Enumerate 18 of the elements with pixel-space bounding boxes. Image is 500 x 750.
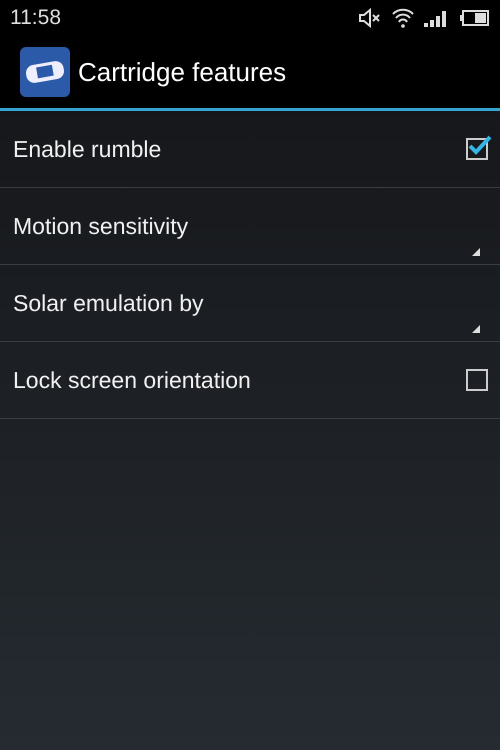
- dropdown-corner-icon: [472, 325, 480, 333]
- status-time: 11:58: [10, 6, 61, 30]
- preference-row[interactable]: Enable rumble: [0, 111, 500, 188]
- checkbox[interactable]: [466, 369, 488, 391]
- preference-label: Motion sensitivity: [13, 212, 188, 240]
- preference-label: Enable rumble: [13, 136, 162, 162]
- battery-icon: [460, 9, 490, 27]
- dropdown-corner-icon: [472, 248, 480, 256]
- handheld-console-icon: [20, 47, 70, 97]
- preference-label: Lock screen orientation: [13, 366, 251, 394]
- screen-title: Cartridge features: [78, 56, 286, 88]
- preference-row[interactable]: Solar emulation by: [0, 265, 500, 342]
- preference-row[interactable]: Motion sensitivity: [0, 188, 500, 265]
- check-icon: [468, 135, 492, 155]
- preference-label: Solar emulation by: [13, 290, 204, 316]
- preference-row[interactable]: Lock screen orientation: [0, 342, 500, 419]
- wifi-icon: [392, 8, 414, 28]
- muted-speaker-icon: [358, 8, 382, 28]
